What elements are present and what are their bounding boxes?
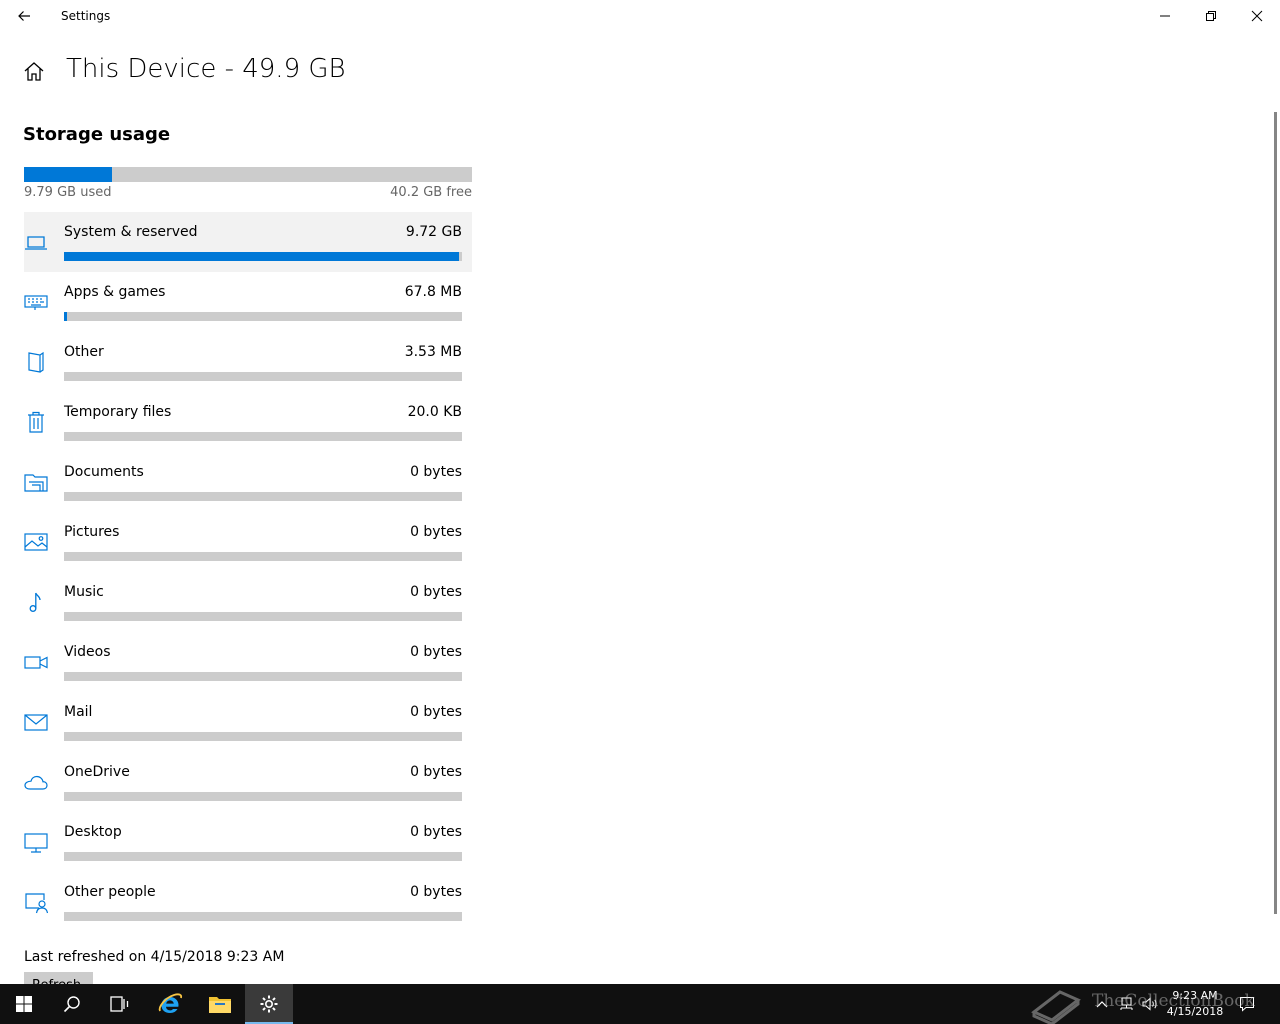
other-document-icon <box>24 350 48 374</box>
music-note-icon <box>24 590 48 614</box>
category-usage-bar <box>64 792 462 801</box>
scrollbar[interactable] <box>1274 112 1277 914</box>
category-name: Other people <box>64 884 156 900</box>
other-people-icon <box>24 890 49 914</box>
category-size: 9.72 GB <box>405 224 462 240</box>
category-name: Pictures <box>64 524 120 540</box>
storage-category-system-reserved[interactable]: System & reserved 9.72 GB <box>24 212 472 272</box>
storage-category-other-people[interactable]: Other people 0 bytes <box>24 872 472 932</box>
storage-category-list: System & reserved 9.72 GB Apps & games 67.8… <box>24 212 472 932</box>
category-usage-bar <box>64 492 462 501</box>
watermark: TheCollectionBook <box>1030 986 1280 1024</box>
minimize-button[interactable] <box>1142 0 1188 32</box>
overall-usage-bar <box>24 167 472 182</box>
page-title: This Device - 49.9 GB <box>66 54 346 84</box>
overall-usage-fill <box>24 167 112 182</box>
storage-category-desktop[interactable]: Desktop 0 bytes <box>24 812 472 872</box>
back-arrow-icon <box>18 11 30 21</box>
search-icon <box>63 996 80 1013</box>
start-button[interactable] <box>0 984 48 1024</box>
category-usage-bar <box>64 732 462 741</box>
category-usage-bar <box>64 852 462 861</box>
home-button[interactable] <box>22 60 46 84</box>
task-view-button[interactable] <box>96 984 144 1024</box>
search-button[interactable] <box>48 984 96 1024</box>
close-icon <box>1251 10 1263 22</box>
refresh-button[interactable]: Refresh <box>24 972 93 984</box>
internet-explorer-button[interactable] <box>146 984 194 1024</box>
storage-category-documents[interactable]: Documents 0 bytes <box>24 452 472 512</box>
app-title: Settings <box>61 9 111 23</box>
close-button[interactable] <box>1234 0 1280 32</box>
category-size: 0 bytes <box>410 704 462 720</box>
category-usage-bar <box>64 672 462 681</box>
picture-icon <box>24 530 48 554</box>
category-size: 0 bytes <box>410 824 462 840</box>
category-usage-fill <box>64 312 67 321</box>
restore-icon <box>1206 11 1216 21</box>
restore-button[interactable] <box>1188 0 1234 32</box>
file-explorer-button[interactable] <box>196 984 244 1024</box>
storage-category-temporary-files[interactable]: Temporary files 20.0 KB <box>24 392 472 452</box>
category-name: Apps & games <box>64 284 166 300</box>
storage-category-videos[interactable]: Videos 0 bytes <box>24 632 472 692</box>
category-usage-bar <box>64 372 462 381</box>
last-refreshed-label: Last refreshed on 4/15/2018 9:23 AM <box>24 949 285 965</box>
used-label: 9.79 GB used <box>24 185 112 200</box>
category-size: 20.0 KB <box>407 404 462 420</box>
free-label: 40.2 GB free <box>390 185 472 200</box>
minimize-icon <box>1160 15 1170 17</box>
monitor-icon <box>24 830 48 854</box>
storage-category-onedrive[interactable]: OneDrive 0 bytes <box>24 752 472 812</box>
category-usage-bar <box>64 912 462 921</box>
trash-icon <box>24 410 48 434</box>
storage-category-apps-games[interactable]: Apps & games 67.8 MB <box>24 272 472 332</box>
category-name: Music <box>64 584 104 600</box>
file-explorer-icon <box>209 997 231 1013</box>
storage-category-music[interactable]: Music 0 bytes <box>24 572 472 632</box>
mail-icon <box>24 710 48 734</box>
category-size: 0 bytes <box>410 644 462 660</box>
storage-category-mail[interactable]: Mail 0 bytes <box>24 692 472 752</box>
documents-folder-icon <box>24 470 48 494</box>
keyboard-icon <box>24 290 48 314</box>
category-usage-bar <box>64 552 462 561</box>
back-button[interactable] <box>0 0 48 32</box>
category-size: 67.8 MB <box>404 284 462 300</box>
category-size: 0 bytes <box>410 884 462 900</box>
category-size: 0 bytes <box>410 524 462 540</box>
category-name: Other <box>64 344 104 360</box>
settings-gear-icon <box>260 995 278 1013</box>
category-usage-bar <box>64 252 462 261</box>
storage-category-pictures[interactable]: Pictures 0 bytes <box>24 512 472 572</box>
category-size: 3.53 MB <box>404 344 462 360</box>
title-bar: Settings <box>0 0 1280 32</box>
category-name: Desktop <box>64 824 122 840</box>
home-icon <box>24 62 44 81</box>
video-camera-icon <box>24 650 48 674</box>
task-view-icon <box>110 996 129 1012</box>
book-icon <box>1031 990 1081 1024</box>
category-usage-bar <box>64 612 462 621</box>
laptop-icon <box>24 230 48 254</box>
category-usage-bar <box>64 312 462 321</box>
category-size: 0 bytes <box>410 764 462 780</box>
category-name: OneDrive <box>64 764 130 780</box>
category-usage-bar <box>64 432 462 441</box>
category-name: Videos <box>64 644 111 660</box>
category-size: 0 bytes <box>410 464 462 480</box>
watermark-text: TheCollectionBook <box>1092 991 1255 1011</box>
cloud-icon <box>24 770 48 794</box>
category-name: Temporary files <box>64 404 172 420</box>
settings-taskbar-button[interactable] <box>245 984 293 1024</box>
category-name: Documents <box>64 464 144 480</box>
start-icon <box>16 996 32 1012</box>
category-name: Mail <box>64 704 93 720</box>
category-usage-fill <box>64 252 460 261</box>
storage-category-other[interactable]: Other 3.53 MB <box>24 332 472 392</box>
internet-explorer-icon <box>158 993 183 1013</box>
category-name: System & reserved <box>64 224 198 240</box>
section-title: Storage usage <box>23 124 171 145</box>
category-size: 0 bytes <box>410 584 462 600</box>
